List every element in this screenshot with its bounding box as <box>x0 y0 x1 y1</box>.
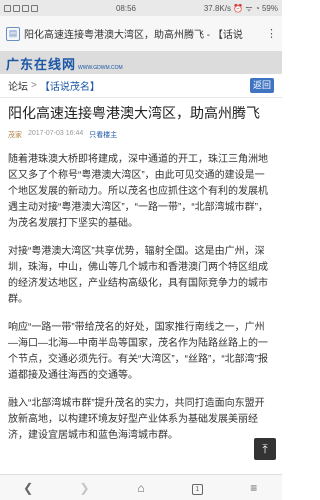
status-indicators: 37.8K/s ⏰ ᯤ ◔ 59% <box>203 3 278 13</box>
status-time: 08:56 <box>115 3 137 13</box>
forward-nav-button[interactable]: ❯ <box>70 481 100 495</box>
notification-icon <box>4 4 11 12</box>
article-body: 随着港珠澳大桥即将建成，深中通道的开工，珠江三角洲地区又多了个称号“粤港澳大湾区… <box>8 152 274 456</box>
article-paragraph: 响应“一路一带”带给茂名的好处，国家推行南线之一，广州—海口—北海—中南半岛等国… <box>8 322 268 381</box>
only-author-link[interactable]: 只看楼主 <box>89 130 117 140</box>
notification-icon <box>22 4 29 12</box>
menu-button[interactable]: ≡ <box>239 481 269 495</box>
back-button[interactable]: 返回 <box>250 78 274 93</box>
tab-count: 1 <box>191 484 203 495</box>
page-title-bar[interactable]: 阳化高速连接粤港澳大湾区，助高州腾飞 - 【话说 <box>24 26 266 41</box>
notification-icon <box>13 4 20 12</box>
more-menu-icon[interactable]: ⋮ <box>266 27 277 40</box>
breadcrumb-home[interactable]: 论坛 <box>8 78 28 93</box>
breadcrumb-current[interactable]: 【话说茂名】 <box>40 78 100 93</box>
browser-toolbar: ❮ ❯ ⌂ 1 ≡ <box>0 474 282 500</box>
author-name[interactable]: 茂家 <box>8 130 22 140</box>
breadcrumb-separator: > <box>31 80 37 91</box>
home-button[interactable]: ⌂ <box>126 481 156 495</box>
article-meta: 茂家 2017-07-03 16:44 只看楼主 <box>8 130 274 140</box>
notification-icons <box>4 4 84 12</box>
back-nav-button[interactable]: ❮ <box>13 481 43 495</box>
page-icon: ▤ <box>6 26 20 41</box>
article-title: 阳化高速连接粤港澳大湾区，助高州腾飞 <box>8 105 260 121</box>
notification-icon <box>31 4 38 12</box>
breadcrumb: 论坛 > 【话说茂名】 返回 <box>0 74 282 98</box>
scroll-to-top-button[interactable]: ⤒ <box>254 438 276 460</box>
site-banner[interactable]: 广东在线网 WWW.GDWM.COM <box>0 52 282 74</box>
article-paragraph: 融入“北部湾城市群”提升茂名的实力，共同打造面向东盟开放新高地，以构建环境友好型… <box>8 398 265 441</box>
status-bar: 08:56 37.8K/s ⏰ ᯤ ◔ 59% <box>0 0 282 16</box>
site-url: WWW.GDWM.COM <box>78 65 123 71</box>
browser-address-bar[interactable]: ▤ 阳化高速连接粤港澳大湾区，助高州腾飞 - 【话说 ⋮ <box>0 16 282 52</box>
article-paragraph: 对接“粤港澳大湾区”共享优势，辐射全国。这是由广州，深圳，珠海，中山，佛山等几个… <box>8 246 268 305</box>
post-date: 2017-07-03 16:44 <box>28 130 84 137</box>
tabs-button[interactable]: 1 <box>182 480 212 495</box>
article-paragraph: 随着港珠澳大桥即将建成，深中通道的开工，珠江三角洲地区又多了个称号“粤港澳大湾区… <box>8 154 268 229</box>
site-logo[interactable]: 广东在线网 <box>6 54 76 73</box>
